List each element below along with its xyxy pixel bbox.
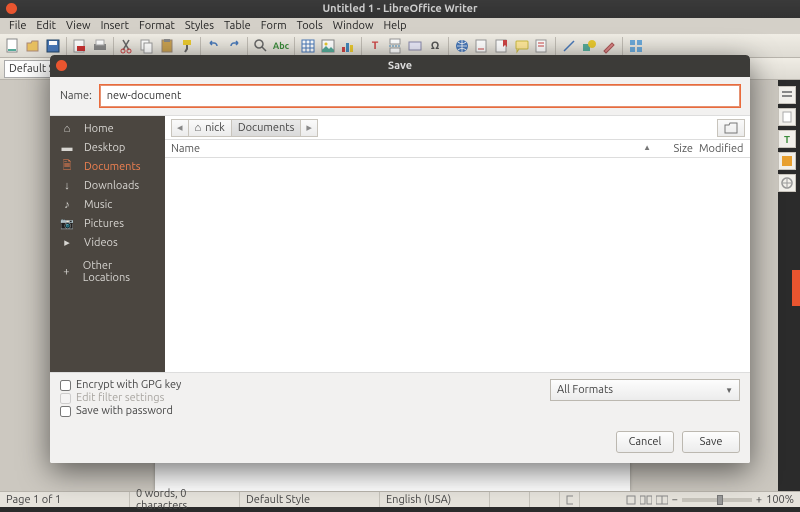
column-modified[interactable]: Modified [699, 143, 744, 155]
sidebar-item-label: Other Locations [83, 260, 155, 284]
sidebar-item-label: Music [84, 199, 112, 211]
dialog-title: Save [388, 60, 412, 72]
folder-icon: ▬ [60, 142, 74, 154]
sidebar-item-other-locations[interactable]: + Other Locations [50, 262, 165, 281]
cancel-button[interactable]: Cancel [616, 431, 674, 453]
sidebar-item-label: Desktop [84, 142, 125, 154]
filename-label: Name: [60, 90, 92, 102]
save-button[interactable]: Save [682, 431, 740, 453]
document-icon: 🗎 [60, 157, 74, 176]
breadcrumb-home-button[interactable]: ⌂nick [188, 119, 232, 137]
plus-icon: + [60, 266, 73, 278]
dialog-titlebar[interactable]: Save [50, 55, 750, 77]
camera-icon: 📷 [60, 217, 74, 230]
file-format-label: All Formats [557, 384, 613, 396]
encrypt-gpg-checkbox[interactable]: Encrypt with GPG key [60, 379, 181, 391]
breadcrumb-segment[interactable]: Documents [231, 119, 302, 137]
save-password-checkbox[interactable]: Save with password [60, 405, 181, 417]
new-folder-button[interactable] [717, 119, 745, 137]
places-sidebar: ⌂ Home ▬ Desktop 🗎 Documents ↓ Downloads ♪ Mu… [50, 116, 165, 372]
file-list[interactable] [165, 158, 750, 372]
breadcrumb: ◂ ⌂nick Documents ▸ [165, 116, 750, 140]
sidebar-item-label: Documents [84, 161, 141, 173]
file-list-header: Name▲ Size Modified [165, 140, 750, 158]
music-icon: ♪ [60, 199, 74, 211]
sidebar-item-documents[interactable]: 🗎 Documents [50, 157, 165, 176]
breadcrumb-forward-button[interactable]: ▸ [300, 119, 318, 137]
sidebar-item-label: Videos [84, 237, 118, 249]
dialog-close-icon[interactable] [56, 60, 67, 71]
sidebar-item-label: Pictures [84, 218, 124, 230]
sidebar-item-pictures[interactable]: 📷 Pictures [50, 214, 165, 233]
sidebar-item-label: Home [84, 123, 114, 135]
column-name[interactable]: Name▲ [171, 143, 659, 155]
sidebar-item-videos[interactable]: ▸ Videos [50, 233, 165, 252]
column-size[interactable]: Size [659, 143, 699, 155]
file-format-selector[interactable]: All Formats ▼ [550, 379, 740, 401]
breadcrumb-label: nick [205, 122, 225, 134]
breadcrumb-back-button[interactable]: ◂ [171, 119, 189, 137]
save-dialog: Save Name: ⌂ Home ▬ Desktop 🗎 Documents ↓ Do… [50, 55, 750, 463]
home-icon: ⌂ [60, 123, 74, 135]
download-icon: ↓ [60, 180, 74, 192]
edit-filter-checkbox: Edit filter settings [60, 392, 181, 404]
home-icon: ⌂ [195, 122, 202, 134]
sidebar-item-label: Downloads [84, 180, 139, 192]
filename-input[interactable] [100, 85, 740, 107]
sidebar-item-downloads[interactable]: ↓ Downloads [50, 176, 165, 195]
video-icon: ▸ [60, 236, 74, 249]
sort-ascending-icon: ▲ [643, 143, 651, 152]
sidebar-item-desktop[interactable]: ▬ Desktop [50, 138, 165, 157]
chevron-down-icon: ▼ [725, 386, 733, 395]
sidebar-item-music[interactable]: ♪ Music [50, 195, 165, 214]
sidebar-item-home[interactable]: ⌂ Home [50, 119, 165, 138]
